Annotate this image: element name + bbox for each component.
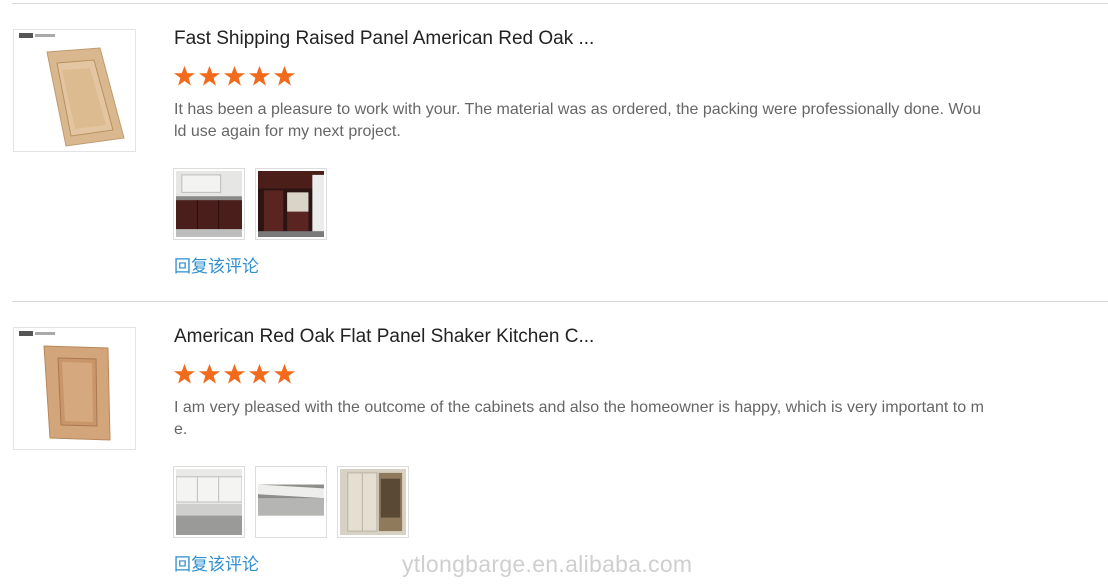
star-icon [223, 65, 246, 86]
kitchen-photo-image [176, 171, 242, 237]
reply-review-link[interactable]: 回复该评论 [174, 550, 259, 575]
star-icon [248, 363, 271, 384]
review-photos [173, 466, 409, 538]
star-icon [173, 65, 196, 86]
review-photo[interactable] [173, 168, 245, 240]
review-photo[interactable] [255, 466, 327, 538]
review-text: It has been a pleasure to work with your… [174, 101, 981, 140]
star-icon [198, 65, 221, 86]
review-photo[interactable] [255, 168, 327, 240]
cabinet-photo-image [340, 469, 406, 535]
product-title-link[interactable]: Fast Shipping Raised Panel American Red … [174, 28, 594, 50]
review-text: I am very pleased with the outcome of th… [174, 399, 984, 438]
cabinet-photo-image [176, 469, 242, 535]
rating-stars [173, 65, 296, 87]
review-photos [173, 168, 327, 240]
product-title-link[interactable]: American Red Oak Flat Panel Shaker Kitch… [174, 326, 594, 348]
cabinet-photo-image [258, 469, 324, 535]
review-photo[interactable] [173, 466, 245, 538]
review-item: Fast Shipping Raised Panel American Red … [0, 0, 1108, 290]
review-item: American Red Oak Flat Panel Shaker Kitch… [0, 298, 1108, 588]
star-icon [198, 363, 221, 384]
product-thumbnail[interactable] [13, 327, 136, 450]
kitchen-photo-image [258, 171, 324, 237]
watermark: ytlongbarge.en.alibaba.com [402, 551, 693, 577]
review-photo[interactable] [337, 466, 409, 538]
door-panel-image [43, 345, 111, 441]
star-icon [248, 65, 271, 86]
star-icon [173, 363, 196, 384]
reply-review-link[interactable]: 回复该评论 [174, 252, 259, 277]
star-icon [273, 65, 296, 86]
rating-stars [173, 363, 296, 385]
door-panel-image [46, 47, 125, 147]
star-icon [273, 363, 296, 384]
product-thumbnail[interactable] [13, 29, 136, 152]
star-icon [223, 363, 246, 384]
